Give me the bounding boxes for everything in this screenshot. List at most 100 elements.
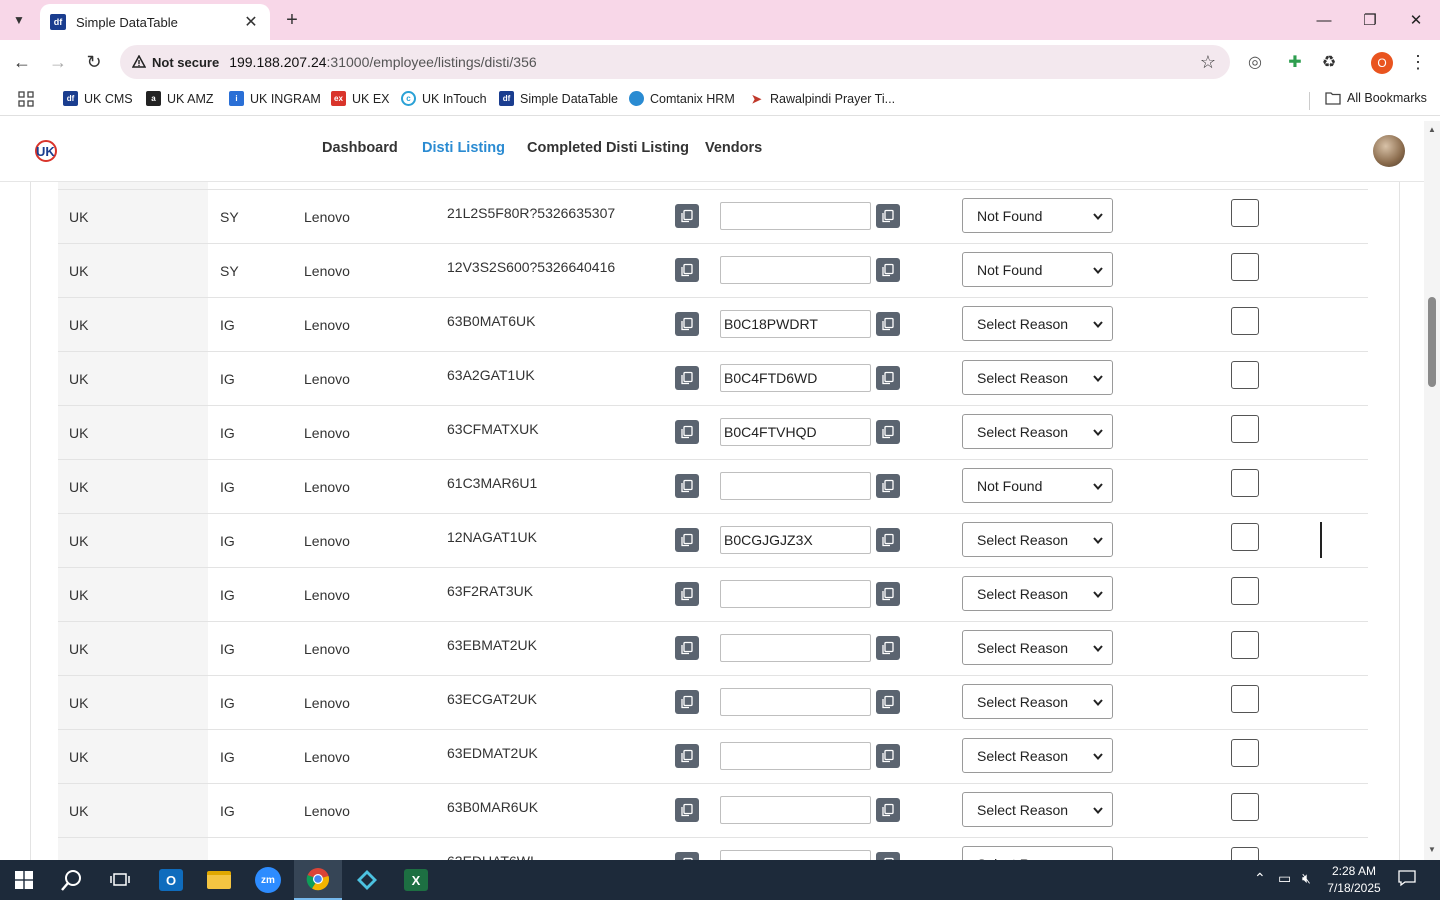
copy-sku-button[interactable]: [675, 798, 699, 822]
back-icon[interactable]: ←: [9, 49, 35, 75]
copy-asin-button[interactable]: [876, 744, 900, 768]
copy-sku-button[interactable]: [675, 852, 699, 860]
notifications-icon[interactable]: [1398, 869, 1416, 890]
reason-select[interactable]: Select Reason: [962, 846, 1113, 860]
row-checkbox[interactable]: [1231, 793, 1259, 821]
zoom-icon[interactable]: zm: [244, 860, 292, 900]
new-tab-icon[interactable]: +: [280, 8, 304, 32]
copy-sku-button[interactable]: [675, 528, 699, 552]
asin-input[interactable]: [720, 742, 871, 770]
user-avatar[interactable]: [1373, 135, 1405, 167]
task-view-icon[interactable]: [96, 860, 144, 900]
reason-select[interactable]: Select Reason: [962, 576, 1113, 611]
volume-muted-icon[interactable]: 🔇︎: [1302, 870, 1311, 887]
scroll-down-icon[interactable]: ▼: [1427, 845, 1437, 855]
outlook-icon[interactable]: O: [147, 860, 195, 900]
extension-plus-icon[interactable]: ✚: [1283, 50, 1307, 74]
profile-avatar[interactable]: O: [1371, 52, 1393, 74]
apps-grid-icon[interactable]: [18, 91, 34, 107]
reason-select[interactable]: Not Found: [962, 468, 1113, 503]
bookmark-item[interactable]: ex UK EX: [331, 91, 390, 106]
reason-select[interactable]: Select Reason: [962, 738, 1113, 773]
asin-input[interactable]: [720, 202, 871, 230]
copy-asin-button[interactable]: [876, 366, 900, 390]
forward-icon[interactable]: →: [45, 49, 71, 75]
reason-select[interactable]: Select Reason: [962, 306, 1113, 341]
copy-sku-button[interactable]: [675, 258, 699, 282]
copy-asin-button[interactable]: [876, 312, 900, 336]
network-icon[interactable]: ▭: [1278, 870, 1291, 887]
bookmark-item[interactable]: a UK AMZ: [146, 91, 214, 106]
row-checkbox[interactable]: [1231, 523, 1259, 551]
asin-input[interactable]: [720, 526, 871, 554]
minimize-icon[interactable]: —: [1304, 6, 1344, 34]
asin-input[interactable]: [720, 850, 871, 860]
all-bookmarks-button[interactable]: All Bookmarks: [1325, 91, 1427, 105]
row-checkbox[interactable]: [1231, 199, 1259, 227]
file-explorer-icon[interactable]: [195, 860, 243, 900]
translate-icon[interactable]: ◎: [1243, 50, 1267, 74]
bookmark-item[interactable]: Comtanix HRM: [629, 91, 735, 106]
tab-close-icon[interactable]: ✕: [242, 12, 260, 32]
reason-select[interactable]: Select Reason: [962, 684, 1113, 719]
reason-select[interactable]: Select Reason: [962, 522, 1113, 557]
copy-asin-button[interactable]: [876, 852, 900, 860]
browser-tab[interactable]: df Simple DataTable ✕: [40, 4, 270, 40]
tray-chevron-icon[interactable]: ⌃: [1254, 870, 1266, 887]
asin-input[interactable]: [720, 634, 871, 662]
row-checkbox[interactable]: [1231, 847, 1259, 860]
copy-asin-button[interactable]: [876, 474, 900, 498]
nav-completed-disti-listing[interactable]: Completed Disti Listing: [527, 140, 689, 156]
copy-asin-button[interactable]: [876, 204, 900, 228]
row-checkbox[interactable]: [1231, 253, 1259, 281]
copy-asin-button[interactable]: [876, 258, 900, 282]
row-checkbox[interactable]: [1231, 631, 1259, 659]
copy-sku-button[interactable]: [675, 474, 699, 498]
reload-icon[interactable]: ↻: [81, 49, 107, 75]
reason-select[interactable]: Select Reason: [962, 414, 1113, 449]
reason-select[interactable]: Select Reason: [962, 792, 1113, 827]
copy-asin-button[interactable]: [876, 528, 900, 552]
asin-input[interactable]: [720, 580, 871, 608]
copy-asin-button[interactable]: [876, 690, 900, 714]
taskbar-clock[interactable]: 2:28 AM 7/18/2025: [1322, 863, 1386, 897]
bookmark-item[interactable]: c UK InTouch: [401, 91, 487, 106]
copy-sku-button[interactable]: [675, 582, 699, 606]
copy-sku-button[interactable]: [675, 744, 699, 768]
restore-icon[interactable]: ❐: [1350, 6, 1390, 34]
asin-input[interactable]: [720, 796, 871, 824]
reason-select[interactable]: Not Found: [962, 198, 1113, 233]
reason-select[interactable]: Not Found: [962, 252, 1113, 287]
copy-sku-button[interactable]: [675, 690, 699, 714]
bookmark-star-icon[interactable]: ☆: [1200, 52, 1216, 73]
row-checkbox[interactable]: [1231, 469, 1259, 497]
reason-select[interactable]: Select Reason: [962, 360, 1113, 395]
excel-icon[interactable]: X: [392, 860, 440, 900]
asin-input[interactable]: [720, 418, 871, 446]
search-icon[interactable]: [48, 860, 96, 900]
window-close-icon[interactable]: ✕: [1396, 6, 1436, 34]
chrome-icon[interactable]: [294, 860, 342, 900]
asin-input[interactable]: [720, 364, 871, 392]
security-indicator[interactable]: Not secure: [132, 55, 229, 70]
uk-logo-icon[interactable]: UK: [33, 138, 59, 164]
row-checkbox[interactable]: [1231, 415, 1259, 443]
bookmark-item[interactable]: i UK INGRAM: [229, 91, 321, 106]
scroll-up-icon[interactable]: ▲: [1427, 125, 1437, 135]
copy-sku-button[interactable]: [675, 204, 699, 228]
nav-dashboard[interactable]: Dashboard: [322, 140, 398, 156]
nav-disti-listing[interactable]: Disti Listing: [422, 140, 505, 156]
asin-input[interactable]: [720, 688, 871, 716]
address-bar[interactable]: Not secure 199.188.207.24:31000/employee…: [120, 45, 1230, 79]
copy-sku-button[interactable]: [675, 420, 699, 444]
page-scrollbar[interactable]: ▲ ▼: [1424, 121, 1440, 860]
copy-sku-button[interactable]: [675, 636, 699, 660]
row-checkbox[interactable]: [1231, 577, 1259, 605]
bookmark-item[interactable]: df Simple DataTable: [499, 91, 618, 106]
start-icon[interactable]: [0, 860, 48, 900]
row-checkbox[interactable]: [1231, 739, 1259, 767]
copy-sku-button[interactable]: [675, 312, 699, 336]
copy-asin-button[interactable]: [876, 798, 900, 822]
asin-input[interactable]: [720, 256, 871, 284]
asin-input[interactable]: [720, 310, 871, 338]
